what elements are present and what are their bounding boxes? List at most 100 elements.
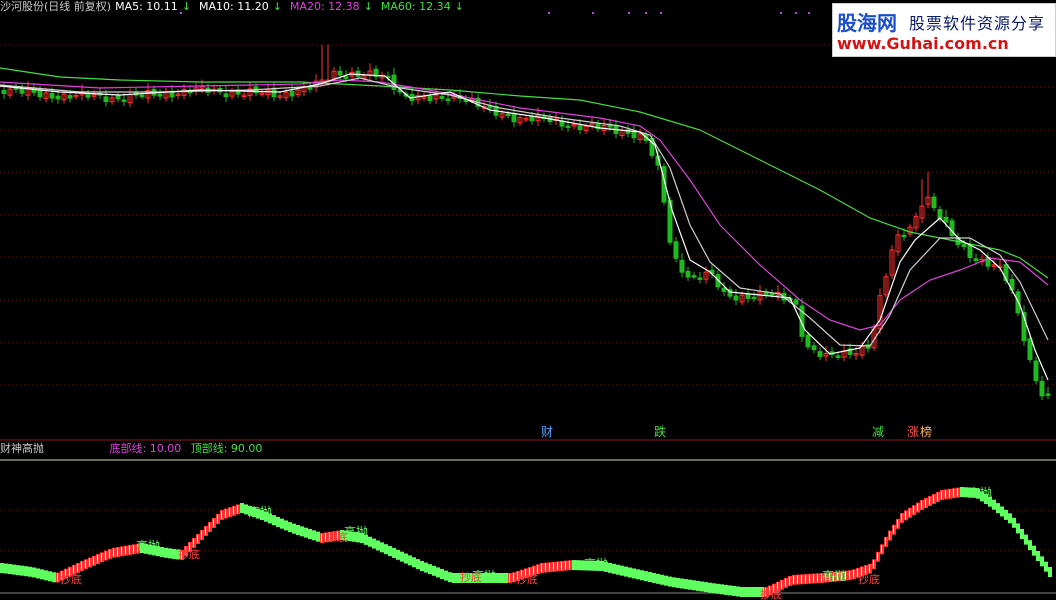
ribbon-segment	[412, 557, 416, 568]
top-marker	[645, 12, 647, 14]
top-marker	[548, 12, 550, 14]
sell-signal-label: 高抛	[584, 556, 608, 571]
ribbon-segment	[368, 536, 372, 547]
ribbon-stripe	[209, 523, 210, 531]
ribbon-stripe	[197, 535, 198, 543]
candle-body	[631, 131, 637, 139]
ribbon-segment	[240, 503, 244, 513]
moving-average-lines	[0, 67, 1049, 381]
ribbon-stripe	[805, 575, 806, 584]
candle-body	[973, 258, 979, 262]
watermark-logo: 股海网 股票软件资源分享 www.Guhai.com.cn	[832, 3, 1056, 57]
ribbon-segment	[960, 487, 964, 497]
candle-body	[1039, 380, 1045, 397]
top-marker	[628, 12, 630, 14]
ribbon-segment	[272, 515, 276, 526]
ribbon-segment	[996, 503, 1000, 514]
ribbon-segment	[736, 586, 740, 597]
ribbon-stripe	[925, 499, 926, 507]
indicator-name[interactable]: 财神高抛	[0, 442, 44, 455]
candle-body	[1033, 360, 1039, 382]
ribbon-segment	[572, 560, 576, 571]
candle-body	[811, 345, 817, 351]
candle-body	[805, 334, 811, 348]
ribbon-stripe	[849, 571, 850, 580]
watermark-tagline: 股票软件资源分享	[909, 14, 1046, 33]
ribbon-segment	[280, 518, 284, 529]
candle-body	[223, 93, 229, 98]
ribbon-stripe	[893, 525, 894, 534]
ribbon-segment	[4, 563, 8, 574]
ribbon-stripe	[569, 561, 570, 570]
candle-body	[169, 91, 175, 98]
ribbon-segment	[388, 546, 392, 557]
ribbon-stripe	[117, 548, 118, 556]
ribbon-segment	[660, 574, 664, 585]
ribbon-segment	[300, 526, 304, 537]
ribbon-segment	[640, 570, 644, 581]
ribbon-stripe	[125, 546, 126, 555]
ribbon-segment	[636, 569, 640, 580]
candle-body	[343, 76, 349, 79]
candle-body	[565, 125, 571, 129]
ribbon-segment	[48, 571, 52, 582]
ribbon-segment	[700, 581, 704, 592]
ribbon-stripe	[809, 574, 810, 583]
candle-body	[427, 95, 433, 102]
ribbon-stripe	[513, 573, 514, 582]
ribbon-segment	[500, 573, 504, 583]
ribbon-segment	[392, 547, 396, 558]
event-marker-drop[interactable]: 跌	[652, 425, 668, 439]
candle-body	[697, 277, 703, 280]
ribbon-stripe	[557, 562, 558, 571]
top-marker	[780, 12, 782, 14]
ribbon-stripe	[793, 575, 794, 584]
ribbon-segment	[680, 578, 684, 589]
buy-signal-label: 抄底	[60, 572, 82, 586]
ribbon-segment	[720, 584, 724, 595]
ribbon-segment	[620, 565, 624, 576]
event-marker-rank[interactable]: 榜	[918, 425, 934, 439]
candle-body	[1027, 338, 1033, 360]
ribbon-segment	[444, 570, 448, 581]
candle-body	[793, 299, 799, 305]
ribbon-segment	[496, 573, 500, 583]
ribbon-stripe	[789, 576, 790, 585]
ribbon-stripe	[949, 489, 950, 498]
ribbon-segment	[668, 576, 672, 587]
ribbon-stripe	[565, 561, 566, 570]
watermark-brand: 股海网	[837, 11, 897, 35]
ribbon-stripe	[561, 562, 562, 570]
ribbon-stripe	[221, 511, 222, 519]
ribbon-stripe	[817, 574, 818, 583]
candle-body	[679, 259, 685, 273]
ribbon-segment	[628, 567, 632, 578]
ribbon-stripe	[57, 573, 58, 582]
ribbon-stripe	[913, 506, 914, 515]
ribbon-stripe	[237, 505, 238, 514]
ribbon-stripe	[929, 497, 930, 505]
candle-body	[967, 244, 973, 259]
ribbon-segment	[420, 561, 424, 571]
ribbon-segment	[164, 547, 168, 558]
event-marker-reduce[interactable]: 减	[870, 425, 886, 439]
event-marker-finance[interactable]: 财	[539, 425, 555, 439]
candle-body	[685, 270, 691, 278]
k-line-chart[interactable]: 高抛高抛高抛高抛高抛高抛高抛抄底抄底抄底抄底 抄底抄底抄底	[0, 0, 1056, 600]
ribbon-segment	[672, 577, 676, 588]
ribbon-segment	[1000, 506, 1004, 517]
ribbon-segment	[740, 587, 744, 597]
ribbon-stripe	[545, 563, 546, 572]
sell-signal-label: 高抛	[968, 485, 992, 500]
ribbon-stripe	[549, 563, 550, 572]
ribbon-stripe	[921, 501, 922, 509]
ribbon-segment	[292, 523, 296, 534]
candle-body	[37, 90, 43, 98]
signal-labels: 高抛高抛高抛高抛高抛高抛高抛抄底抄底抄底抄底 抄底抄底抄底	[60, 12, 992, 600]
ribbon-segment	[716, 583, 720, 594]
ribbon-segment	[384, 544, 388, 555]
candle-body	[769, 292, 775, 296]
ribbon-segment	[696, 580, 700, 591]
ribbon-segment	[284, 520, 288, 531]
candle-body	[817, 351, 823, 357]
